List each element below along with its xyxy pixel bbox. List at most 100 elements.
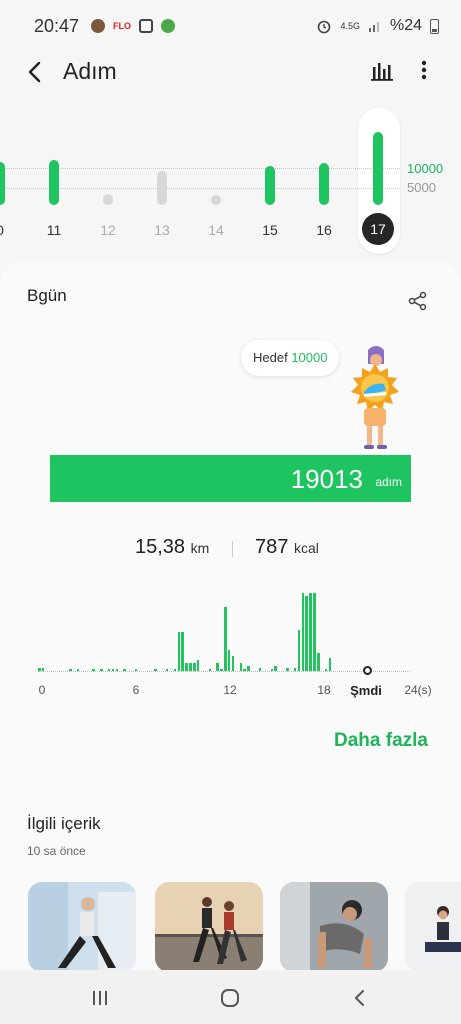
status-left: 20:47 FLO [34, 15, 176, 37]
hourly-tick-label: 0 [38, 683, 46, 697]
hourly-bar [274, 666, 277, 671]
home-notification-icon [161, 19, 176, 33]
steps-count: 19013 [290, 464, 363, 494]
hourly-tick-label: Şmdi [350, 683, 382, 698]
alarm-icon [318, 20, 331, 34]
target-bubble: Hedef 10000 [241, 340, 340, 376]
hourly-bar [189, 662, 192, 671]
day-label[interactable]: 15 [255, 222, 285, 238]
hourly-bar [324, 669, 328, 671]
hourly-bar [293, 667, 297, 671]
hourly-bar [38, 667, 41, 671]
share-icon[interactable] [407, 290, 429, 312]
day-label[interactable]: 17 [362, 213, 394, 245]
hourly-bar [305, 595, 308, 671]
app-header: Adım [0, 52, 461, 92]
day-label[interactable]: 11 [39, 222, 69, 238]
related-content-thumbnail[interactable] [155, 882, 263, 972]
hourly-bar [107, 669, 111, 671]
goal-label: 10000 [407, 161, 444, 176]
hourly-bar [297, 630, 301, 671]
flo-notification-icon: FLO [113, 21, 132, 31]
hourly-bar [115, 669, 118, 671]
day-bar[interactable] [0, 162, 5, 205]
hourly-tick-label: 12 [223, 683, 237, 697]
hourly-bar [309, 593, 312, 671]
hourly-bar [196, 659, 200, 671]
hourly-bar [313, 593, 316, 671]
goal-achieved-mascot-illustration [351, 346, 399, 449]
day-label[interactable]: 13 [147, 222, 177, 238]
hourly-bar [123, 669, 126, 671]
related-content-title: İlgili içerik [27, 814, 101, 833]
day-bar[interactable] [373, 131, 383, 205]
hourly-bar [193, 662, 196, 671]
hourly-bar [154, 669, 157, 671]
calories-unit: kcal [293, 540, 319, 556]
card-title: Bgün [27, 286, 67, 305]
system-navigation-bar [0, 970, 461, 1024]
yoga-photo-image [405, 882, 461, 972]
hourly-bar [224, 607, 227, 671]
more-details-link[interactable]: Daha fazla [334, 730, 428, 752]
hourly-bar [239, 662, 242, 671]
hourly-bar [243, 669, 246, 671]
hourly-baseline [38, 671, 410, 672]
calories-metric: 787 kcal [255, 536, 319, 559]
daily-steps-chart[interactable]: 10000 5000 0 11 12 13 14 15 16 17 [0, 100, 461, 254]
hourly-bar [247, 666, 250, 671]
day-label[interactable]: 0 [0, 222, 15, 238]
hourly-bar [76, 669, 80, 671]
half-goal-line [0, 188, 400, 189]
trends-chart-icon[interactable] [370, 58, 394, 82]
distance-unit: km [190, 540, 210, 556]
hourly-bar [185, 662, 188, 671]
metric-divider [232, 541, 233, 557]
fitness-photo-image [280, 882, 388, 972]
home-icon[interactable] [220, 988, 240, 1008]
hourly-bar [317, 652, 320, 671]
hourly-bar [134, 669, 138, 671]
goal-line [0, 168, 400, 169]
related-content-thumbnail[interactable] [280, 882, 388, 972]
hourly-bar [69, 669, 72, 671]
back-icon[interactable] [350, 988, 370, 1008]
more-options-icon[interactable] [414, 58, 434, 82]
hourly-steps-chart[interactable]: 0 6 12 18 Şmdi 24(s) [38, 580, 458, 705]
steps-unit: adım [375, 475, 402, 489]
hourly-bar [270, 669, 273, 671]
hourly-bar [173, 669, 177, 671]
hourly-bar [231, 656, 235, 671]
now-marker [363, 666, 372, 675]
today-card: Bgün Hedef 10000 19013 adım 15,38 km 787… [0, 260, 461, 1024]
distance-value: 15,38 [135, 536, 186, 558]
related-content-time: 10 sa önce [27, 844, 86, 858]
back-arrow-icon[interactable] [22, 58, 50, 86]
status-time: 20:47 [34, 15, 80, 36]
signal-icon [368, 22, 379, 32]
hourly-bar [177, 631, 180, 671]
hourly-tick-label: 18 [317, 683, 331, 697]
hourly-bar [100, 669, 103, 671]
running-photo-image [155, 882, 263, 972]
day-bar[interactable] [103, 193, 113, 205]
day-bar[interactable] [319, 163, 329, 205]
target-label: Hedef [253, 350, 288, 365]
notification-icon [91, 19, 106, 33]
day-label[interactable]: 14 [201, 222, 231, 238]
day-bar[interactable] [211, 194, 221, 205]
target-value: 10000 [291, 350, 328, 365]
day-bar[interactable] [49, 160, 59, 205]
distance-metric: 15,38 km [135, 536, 209, 559]
related-content-thumbnail[interactable] [28, 882, 136, 972]
day-label[interactable]: 12 [93, 222, 123, 238]
status-right: 4.5G %24 [316, 17, 439, 35]
hourly-bar [286, 667, 289, 671]
recents-icon[interactable] [90, 988, 110, 1008]
related-content-thumbnail[interactable] [405, 882, 461, 972]
day-bar[interactable] [157, 170, 167, 205]
day-bar[interactable] [265, 165, 275, 205]
day-label[interactable]: 16 [309, 222, 339, 238]
calories-value: 787 [255, 536, 289, 558]
hourly-tick-label: 6 [132, 683, 140, 697]
